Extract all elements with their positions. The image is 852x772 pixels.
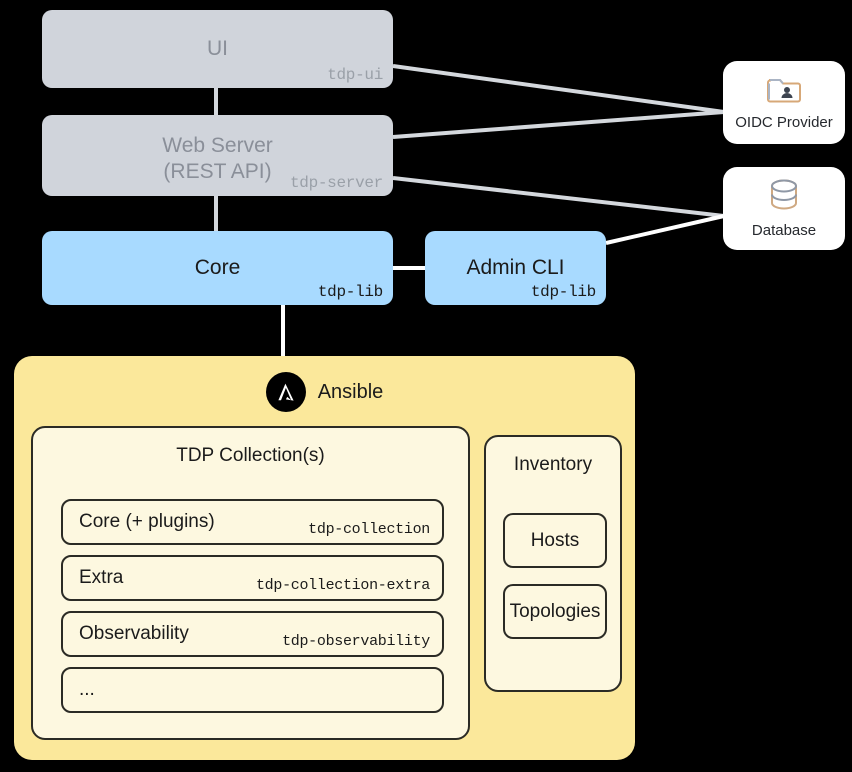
node-oidc-provider[interactable]: OIDC Provider [723,61,845,144]
node-ui-label: UI [207,37,228,60]
node-web-server-package-tag: tdp-server [289,174,383,192]
node-core[interactable]: Core tdp-lib [42,231,393,305]
edge-admin-cli-to-database [605,214,725,245]
inventory-chip-topologies[interactable]: Topologies [503,584,607,639]
ansible-container: Ansible TDP Collection(s) Core (+ plugin… [14,356,635,760]
collection-row-observability-label: Observability [79,623,189,644]
inventory-title: Inventory [513,454,593,475]
tdp-collections-title: TDP Collection(s) [176,445,325,466]
folder-user-icon [767,74,801,109]
collection-row-core-tag: tdp-collection [308,521,430,538]
node-core-label: Core [194,256,241,279]
collection-row-core-label: Core (+ plugins) [79,511,215,532]
node-admin-cli-label: Admin CLI [466,256,565,279]
inventory-chip-topologies-label: Topologies [509,600,601,622]
inventory-chip-hosts-label: Hosts [530,529,580,551]
node-database[interactable]: Database [723,167,845,250]
node-admin-cli-package-tag: tdp-lib [530,283,596,301]
collection-row-extra-tag: tdp-collection-extra [255,577,430,594]
node-ui-package-tag: tdp-ui [327,66,383,84]
edge-ui-to-oidc [392,64,725,114]
collection-row-more[interactable]: ... [61,667,444,713]
tdp-collections-panel: TDP Collection(s) Core (+ plugins) tdp-c… [31,426,470,740]
collection-row-observability[interactable]: Observability tdp-observability [61,611,444,657]
database-cylinder-icon [768,178,800,217]
inventory-chip-hosts[interactable]: Hosts [503,513,607,568]
edge-web-server-to-database [392,176,725,218]
node-oidc-provider-label: OIDC Provider [735,114,833,131]
ansible-logo-icon [265,372,306,412]
collection-row-core[interactable]: Core (+ plugins) tdp-collection [61,499,444,545]
collection-row-more-label: ... [79,679,95,700]
node-web-server[interactable]: Web Server (REST API) tdp-server [42,115,393,196]
node-core-package-tag: tdp-lib [317,283,383,301]
architecture-diagram: UI tdp-ui Web Server (REST API) tdp-serv… [0,0,852,772]
ansible-header: Ansible [14,372,635,412]
edge-web-server-to-oidc [392,110,725,139]
inventory-panel: Inventory Hosts Topologies [484,435,622,692]
node-ui[interactable]: UI tdp-ui [42,10,393,88]
collection-row-observability-tag: tdp-observability [282,633,430,650]
collection-row-extra[interactable]: Extra tdp-collection-extra [61,555,444,601]
node-admin-cli[interactable]: Admin CLI tdp-lib [425,231,606,305]
node-database-label: Database [751,222,817,239]
ansible-label: Ansible [317,380,384,403]
collection-row-extra-label: Extra [79,567,124,588]
